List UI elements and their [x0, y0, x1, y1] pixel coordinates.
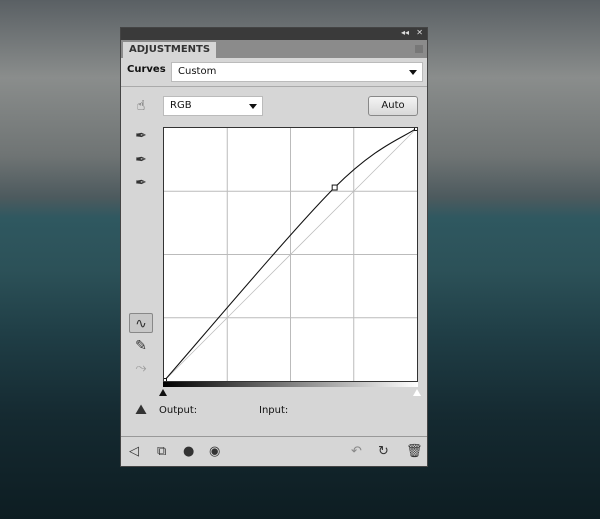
- black-point-eyedropper-icon[interactable]: ✒: [129, 126, 153, 146]
- reset-icon[interactable]: ↻: [378, 444, 389, 459]
- back-arrow-icon[interactable]: ◁: [129, 444, 139, 459]
- input-label: Input:: [259, 405, 289, 416]
- close-icon[interactable]: ✕: [416, 28, 423, 37]
- clip-to-layer-icon[interactable]: ⧉: [157, 444, 166, 459]
- preset-select[interactable]: Custom: [171, 62, 423, 82]
- input-gradient-bar: [163, 382, 418, 387]
- smooth-curve-icon[interactable]: ⤳: [129, 358, 153, 378]
- curve-point[interactable]: [331, 184, 338, 191]
- auto-button[interactable]: Auto: [368, 96, 418, 116]
- gray-point-eyedropper-icon[interactable]: ✒: [129, 150, 153, 170]
- panel-titlebar[interactable]: ◂◂ ✕: [121, 28, 427, 40]
- curves-graph[interactable]: [163, 127, 418, 382]
- white-point-slider[interactable]: [413, 389, 421, 396]
- output-label: Output:: [159, 405, 198, 416]
- eye-icon[interactable]: ◉: [209, 444, 220, 459]
- white-point-eyedropper-icon[interactable]: ✒: [129, 173, 153, 193]
- clipping-warning-icon[interactable]: ⛰: [129, 400, 153, 420]
- curve-point[interactable]: [414, 127, 418, 131]
- chevron-down-icon: [249, 104, 257, 109]
- pencil-icon[interactable]: ✎: [129, 336, 153, 356]
- previous-state-icon[interactable]: ↶: [351, 444, 362, 459]
- chevron-down-icon: [409, 70, 417, 75]
- targeted-adjustment-hand-icon[interactable]: ☝: [129, 96, 153, 116]
- collapse-icon[interactable]: ◂◂: [401, 28, 409, 37]
- adjustment-label: Curves: [127, 64, 166, 75]
- panel-menu-icon[interactable]: [415, 45, 423, 53]
- tab-adjustments[interactable]: ADJUSTMENTS: [123, 42, 217, 58]
- tab-row: ADJUSTMENTS: [121, 40, 427, 58]
- adjustments-panel: ◂◂ ✕ ADJUSTMENTS Curves Custom ☝ RGB Aut…: [120, 27, 428, 467]
- visibility-layer-icon[interactable]: ●: [183, 444, 194, 459]
- trash-icon[interactable]: 🗑: [406, 444, 423, 459]
- black-point-slider[interactable]: [159, 389, 167, 396]
- channel-select[interactable]: RGB: [163, 96, 263, 116]
- channel-value: RGB: [170, 100, 192, 111]
- preset-value: Custom: [178, 66, 217, 77]
- divider: [121, 86, 427, 87]
- divider: [121, 436, 427, 437]
- curve-point-tool-icon[interactable]: ∿: [129, 313, 153, 333]
